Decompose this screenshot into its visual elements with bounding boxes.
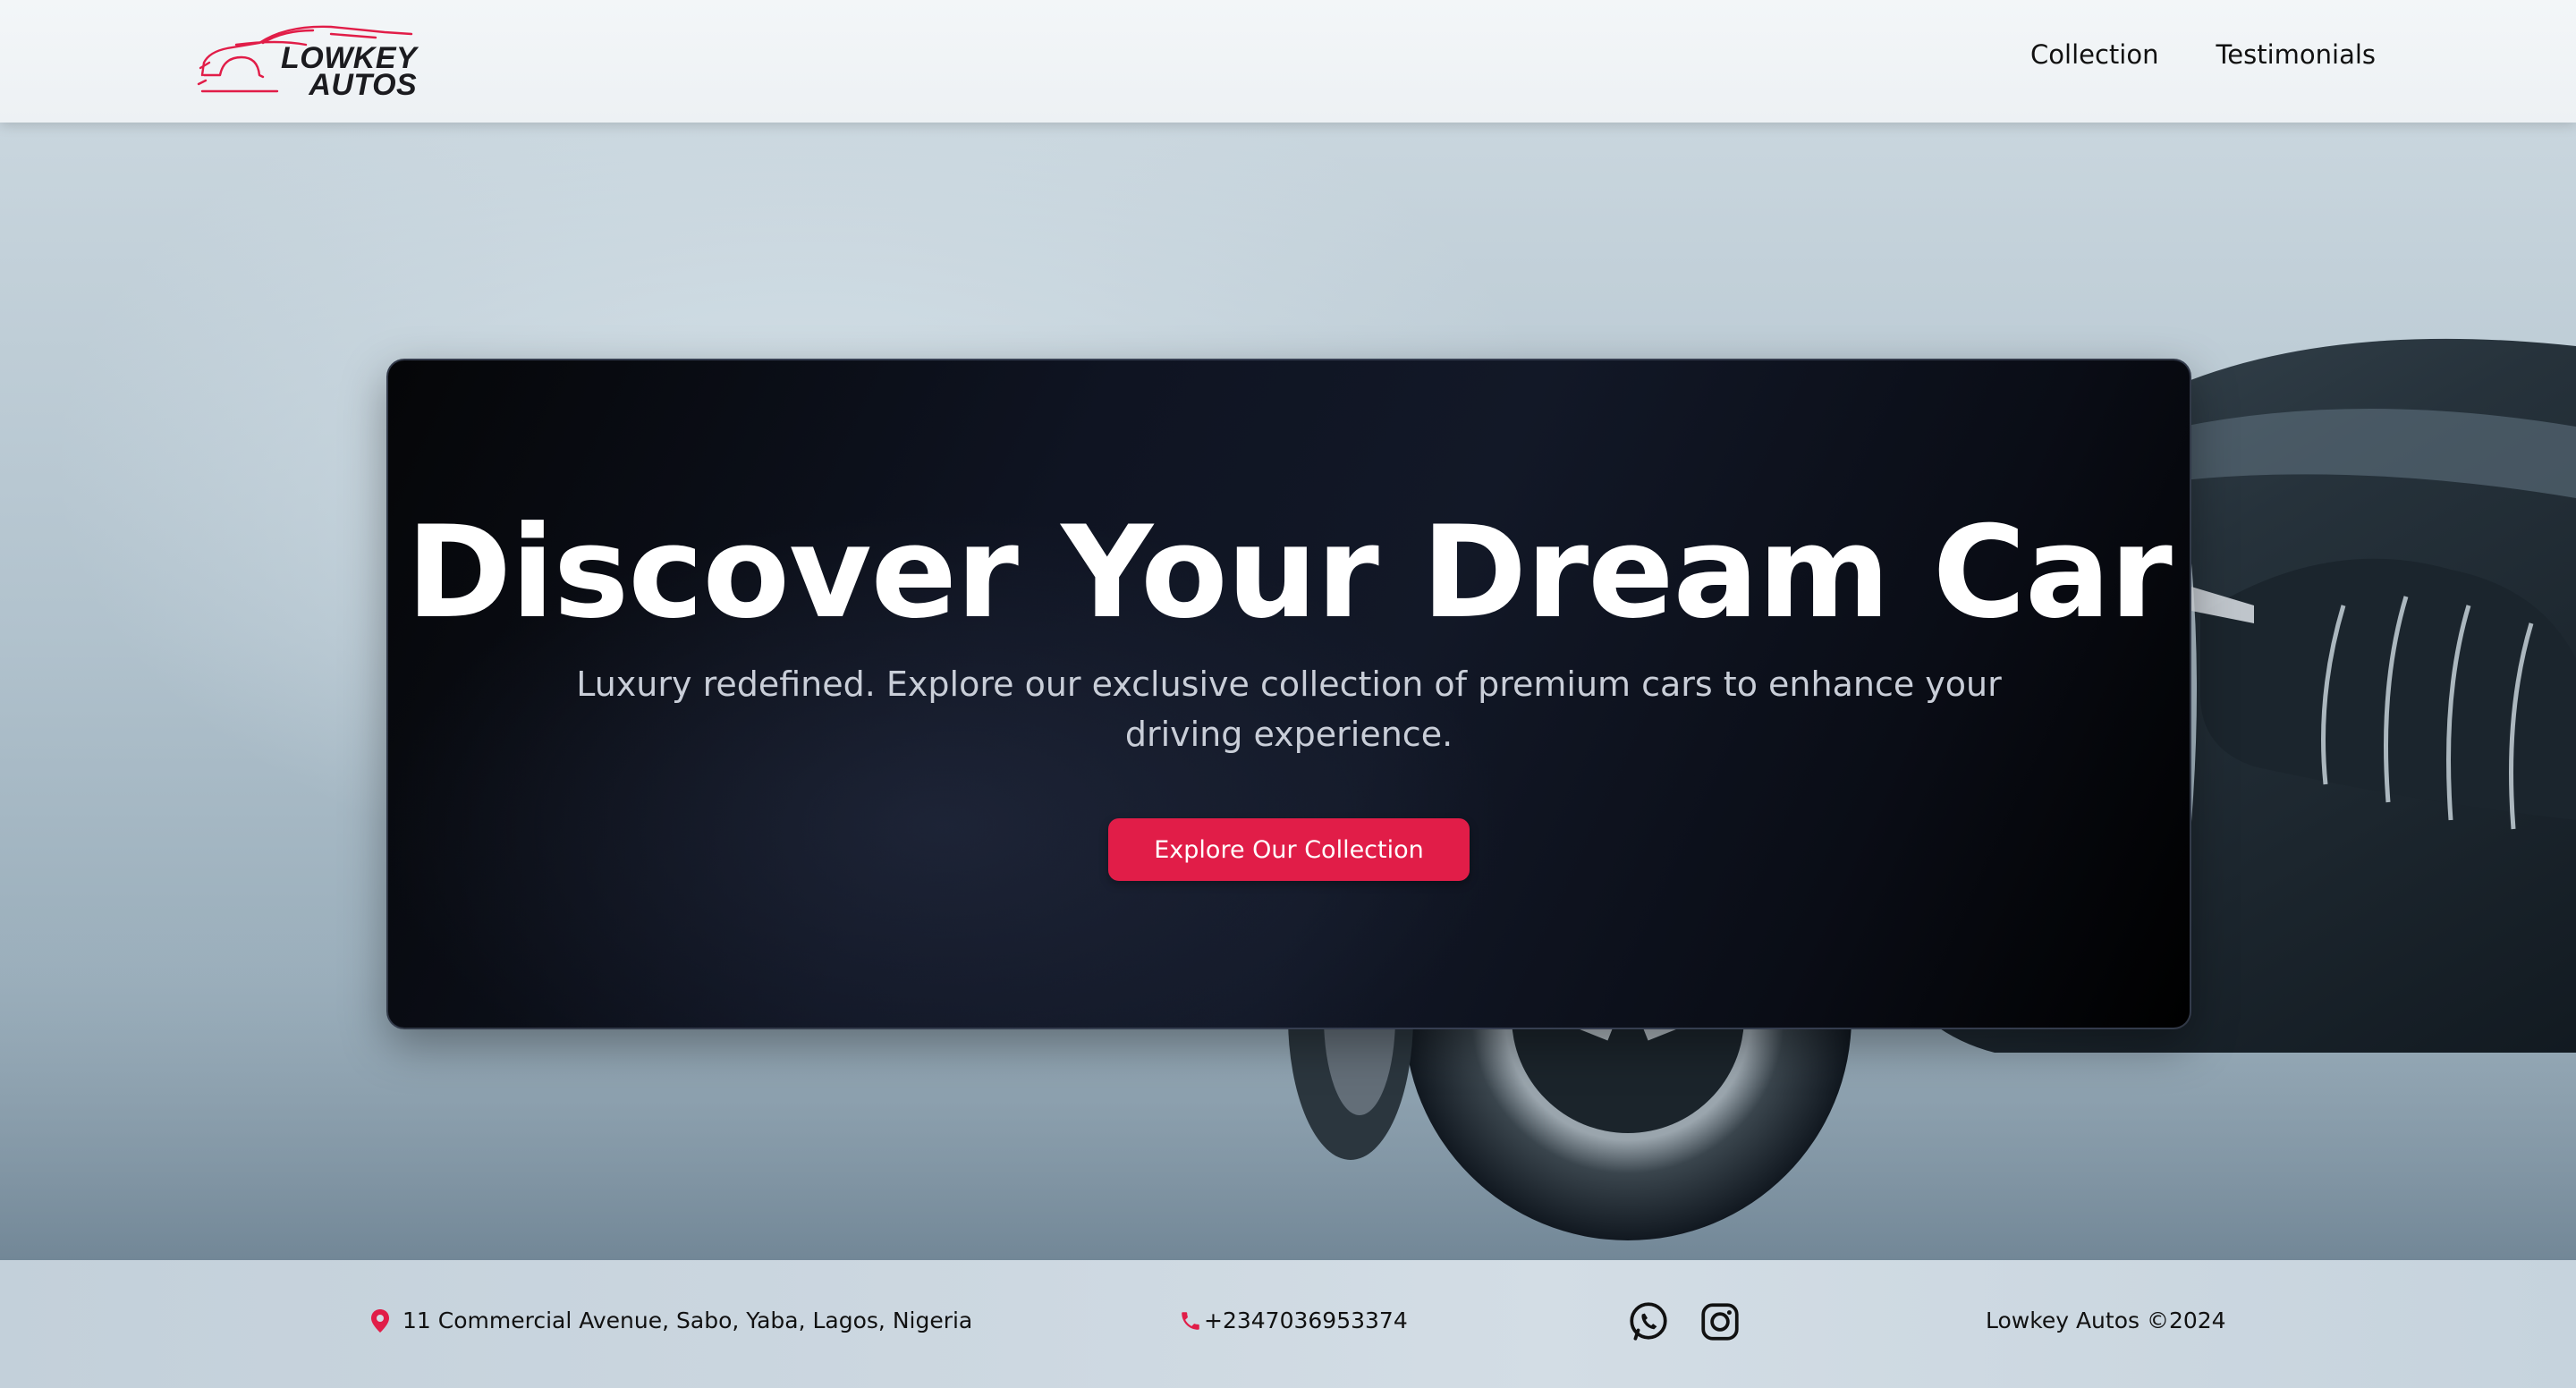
copyright-text: Lowkey Autos ©2024 <box>1986 1308 2226 1333</box>
whatsapp-icon[interactable] <box>1626 1299 1671 1344</box>
brand-name-line2: AUTOS <box>309 68 418 102</box>
hero-title: Discover Your Dream Car <box>406 499 2173 647</box>
footer-social <box>1626 1299 1742 1344</box>
navbar: LOWKEY AUTOS Collection Testimonials <box>0 0 2576 123</box>
nav-link-collection[interactable]: Collection <box>2030 39 2158 70</box>
hero-card: Discover Your Dream Car Luxury redefined… <box>386 359 2191 1029</box>
footer: 11 Commercial Avenue, Sabo, Yaba, Lagos,… <box>0 1260 2576 1388</box>
explore-collection-button[interactable]: Explore Our Collection <box>1108 818 1470 881</box>
address-text: 11 Commercial Avenue, Sabo, Yaba, Lagos,… <box>402 1308 973 1333</box>
footer-phone[interactable]: +2347036953374 <box>1179 1308 1408 1333</box>
brand-logo[interactable]: LOWKEY AUTOS <box>197 21 420 102</box>
footer-address: 11 Commercial Avenue, Sabo, Yaba, Lagos,… <box>370 1308 972 1333</box>
footer-copyright: Lowkey Autos ©2024 <box>1986 1308 2226 1333</box>
hero-subtitle: Luxury redefined. Explore our exclusive … <box>576 664 2002 754</box>
instagram-icon[interactable] <box>1698 1299 1742 1344</box>
phone-text: +2347036953374 <box>1204 1308 1408 1333</box>
phone-icon <box>1182 1311 1199 1330</box>
brand-wordmark: LOWKEY AUTOS <box>281 43 418 102</box>
hero-section: Discover Your Dream Car Luxury redefined… <box>0 123 2576 1260</box>
main-nav: Collection Testimonials <box>2030 39 2376 70</box>
nav-link-testimonials[interactable]: Testimonials <box>2216 39 2376 70</box>
map-pin-icon <box>371 1308 389 1333</box>
